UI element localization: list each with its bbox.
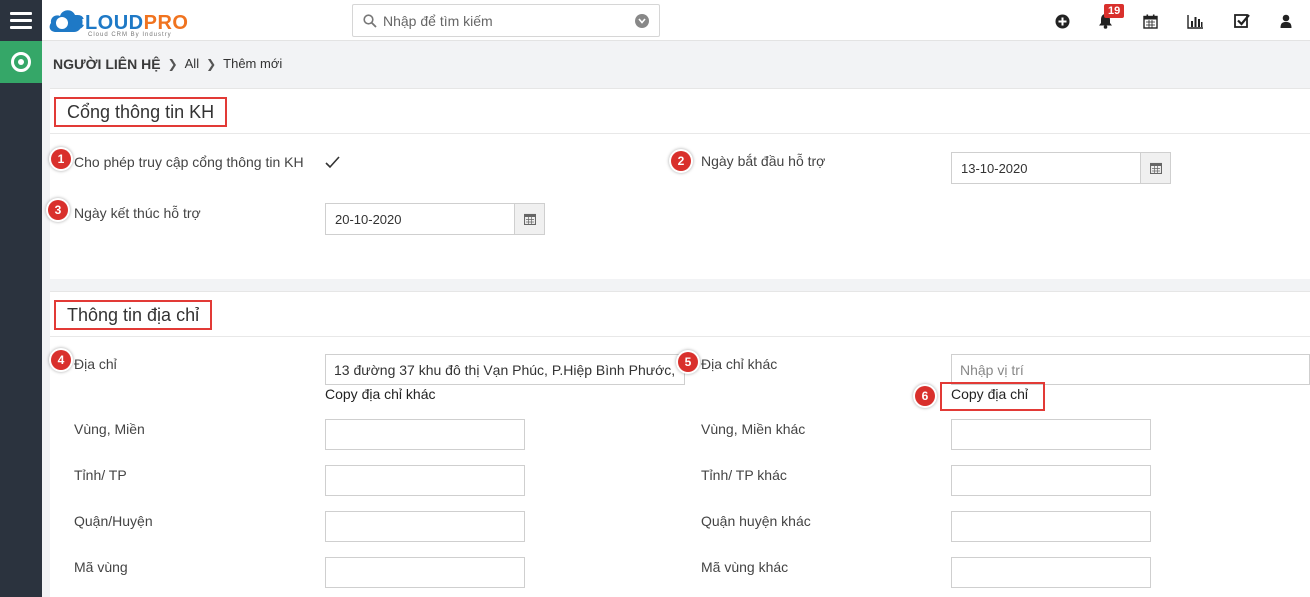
postal-code-other-input[interactable] xyxy=(951,557,1151,588)
app-logo[interactable]: CLOUDPRO Cloud CRM By Industry xyxy=(48,4,198,38)
target-icon xyxy=(11,52,31,72)
calendar-icon[interactable] xyxy=(1140,153,1170,183)
region-label: Vùng, Miền xyxy=(74,421,145,437)
province-other-label: Tỉnh/ TP khác xyxy=(701,467,787,483)
search-dropdown-icon[interactable] xyxy=(635,14,649,28)
search-input[interactable] xyxy=(383,11,623,31)
breadcrumb: NGƯỜI LIÊN HỆ ❯ All ❯ Thêm mới xyxy=(42,41,1310,86)
copy-other-address-link[interactable]: Copy địa chỉ khác xyxy=(325,386,436,402)
support-end-datepicker[interactable]: 20-10-2020 xyxy=(325,203,545,235)
section-divider xyxy=(50,133,1310,134)
district-label: Quận/Huyện xyxy=(74,513,153,529)
plus-circle-icon[interactable] xyxy=(1053,12,1071,30)
checkbox-icon[interactable] xyxy=(1233,12,1251,30)
breadcrumb-current: Thêm mới xyxy=(223,56,283,71)
annotation-marker-4: 4 xyxy=(51,350,71,370)
annotation-marker-3: 3 xyxy=(48,200,68,220)
support-start-label: Ngày bắt đầu hỗ trợ xyxy=(701,153,826,169)
global-search[interactable] xyxy=(352,4,660,37)
search-icon xyxy=(363,14,377,28)
support-end-value: 20-10-2020 xyxy=(335,212,402,227)
district-other-input[interactable] xyxy=(951,511,1151,542)
portal-section: Cổng thông tin KH 1 Cho phép truy cập cổ… xyxy=(48,88,1310,279)
copy-address-link[interactable]: Copy địa chỉ xyxy=(951,386,1028,402)
calendar-icon[interactable] xyxy=(1141,12,1159,30)
region-input[interactable] xyxy=(325,419,525,450)
province-input[interactable] xyxy=(325,465,525,496)
district-input[interactable] xyxy=(325,511,525,542)
chevron-right-icon: ❯ xyxy=(206,56,217,71)
support-start-datepicker[interactable]: 13-10-2020 xyxy=(951,152,1171,184)
postal-code-label: Mã vùng xyxy=(74,559,128,575)
annotation-marker-1: 1 xyxy=(51,149,71,169)
calendar-icon[interactable] xyxy=(514,204,544,234)
notification-badge: 19 xyxy=(1104,4,1125,18)
logo-tagline: Cloud CRM By Industry xyxy=(88,32,172,38)
postal-code-input[interactable] xyxy=(325,557,525,588)
other-address-label: Địa chỉ khác xyxy=(701,356,778,372)
breadcrumb-module[interactable]: NGƯỜI LIÊN HỆ xyxy=(53,56,161,72)
section-divider xyxy=(50,336,1310,337)
other-address-input[interactable] xyxy=(951,354,1310,385)
user-icon[interactable] xyxy=(1277,12,1295,30)
address-input[interactable] xyxy=(325,354,685,385)
annotation-marker-6: 6 xyxy=(915,386,935,406)
annotation-marker-2: 2 xyxy=(671,151,691,171)
postal-code-other-label: Mã vùng khác xyxy=(701,559,789,575)
address-label: Địa chỉ xyxy=(74,356,117,372)
module-nav-active[interactable] xyxy=(0,41,42,83)
support-start-value: 13-10-2020 xyxy=(961,161,1028,176)
chevron-right-icon: ❯ xyxy=(167,56,178,71)
address-section-title: Thông tin địa chỉ xyxy=(54,300,213,330)
portal-section-title: Cổng thông tin KH xyxy=(54,97,228,127)
breadcrumb-filter[interactable]: All xyxy=(185,56,199,71)
region-other-input[interactable] xyxy=(951,419,1151,450)
allow-portal-label: Cho phép truy cập cổng thông tin KH xyxy=(74,154,304,170)
annotation-marker-5: 5 xyxy=(678,352,698,372)
bar-chart-icon[interactable] xyxy=(1186,12,1204,30)
support-end-label: Ngày kết thúc hỗ trợ xyxy=(74,205,201,221)
address-section: Thông tin địa chỉ 4 Địa chỉ Copy địa chỉ… xyxy=(50,291,1310,597)
province-other-input[interactable] xyxy=(951,465,1151,496)
region-other-label: Vùng, Miền khác xyxy=(701,421,806,437)
left-rail xyxy=(0,0,42,597)
hamburger-menu-icon[interactable] xyxy=(0,0,42,41)
top-bar: CLOUDPRO Cloud CRM By Industry 19 xyxy=(42,0,1310,41)
allow-portal-checkbox[interactable] xyxy=(325,156,340,169)
district-other-label: Quận huyện khác xyxy=(701,513,811,529)
province-label: Tỉnh/ TP xyxy=(74,467,127,483)
